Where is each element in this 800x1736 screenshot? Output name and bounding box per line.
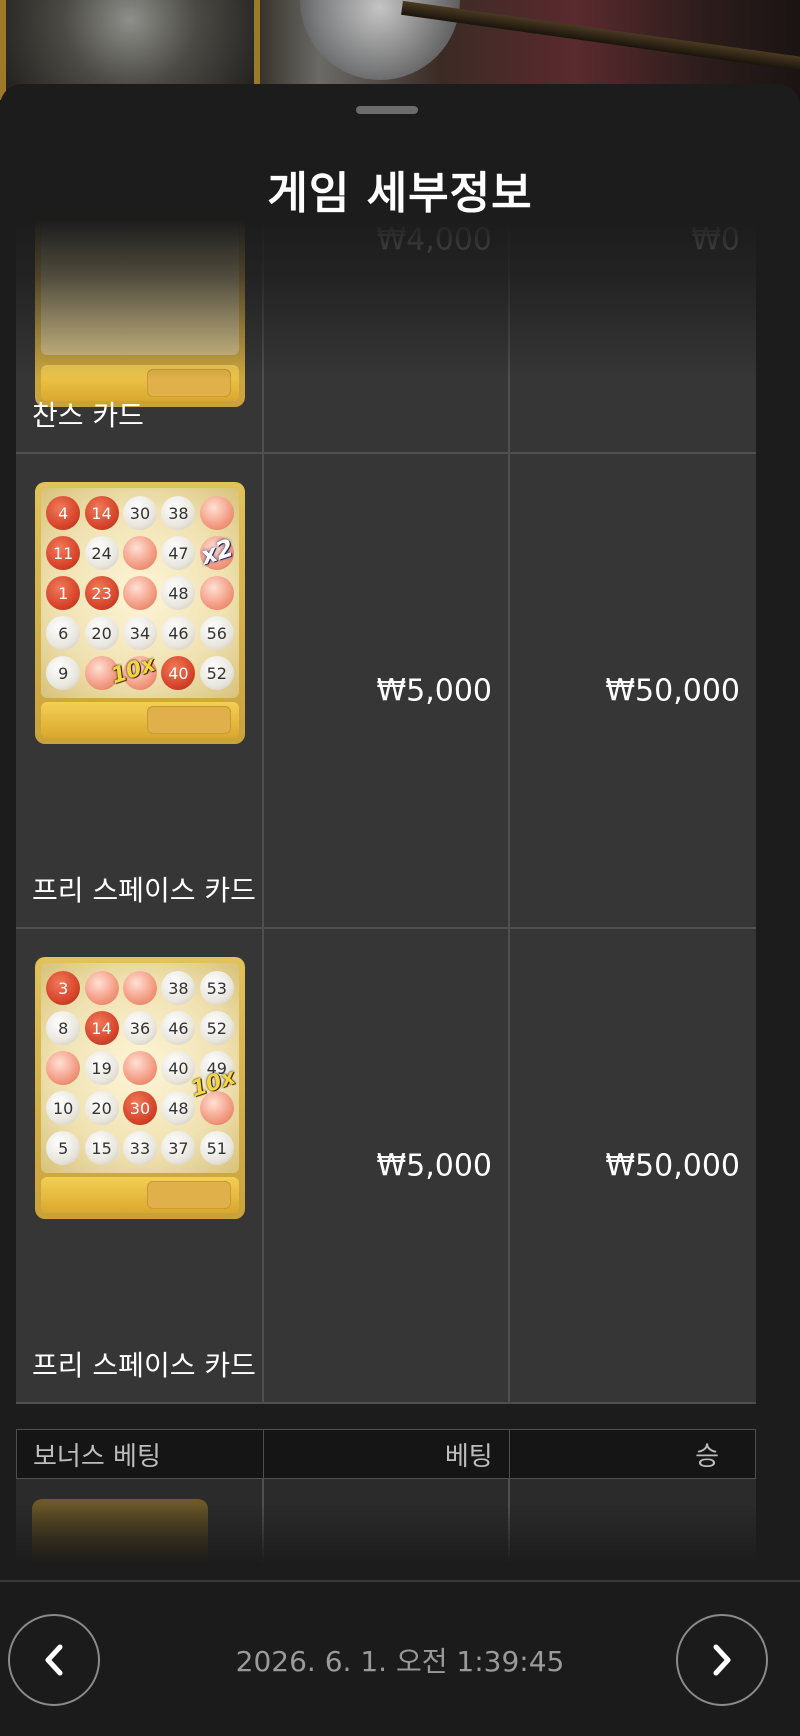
bingo-ball: 1 [46,576,81,610]
bingo-ball: 20 [84,1091,119,1125]
bingo-ball: 15 [84,1131,119,1165]
chance-card-image [35,219,245,407]
bingo-ball: 34 [122,616,157,650]
card-cell: 찬스 카드 [16,219,264,454]
bingo-ball: 51 [199,1131,234,1165]
card-cell: 3 38 53 8 14 36 46 52 19 40 49 10 20 30 48 5 15 33 37 51 10… [16,929,264,1404]
bingo-ball: 52 [199,1011,234,1045]
free-space-ball [84,971,119,1005]
win-cell: ₩0 [510,219,756,454]
column-header-label: 보너스 베팅 [33,1441,161,1472]
free-space-ball [122,971,157,1005]
win-cell: ₩50,000 [510,929,756,1404]
bingo-ball: 6 [46,616,81,650]
next-round-button[interactable] [676,1614,768,1706]
bingo-ball: 4 [46,496,81,530]
bingo-ball: 9 [46,656,81,690]
table-row: 4 14 30 38 11 24 47 1 23 48 6 20 34 46 56 9 40 52 10x x2 … [16,454,756,929]
bets-table[interactable]: 찬스 카드 ₩4,000 ₩0 4 14 30 38 11 24 47 1 23 48 6 20 34 4… [16,219,756,1564]
bingo-ball: 24 [84,536,119,570]
column-header-label: 베팅 [444,1441,493,1472]
bingo-ball: 40 [161,656,196,690]
card-cell: 4 14 30 38 11 24 47 1 23 48 6 20 34 46 56 9 40 52 10x x2 … [16,454,264,929]
card-name: 프리 스페이스 카드 [32,874,256,907]
table-row: 3 38 53 8 14 36 46 52 19 40 49 10 20 30 48 5 15 33 37 51 10… [16,929,756,1404]
chevron-right-icon [713,1644,731,1676]
scroll-fade-overlay [16,1504,756,1564]
bingo-ball: 5 [46,1131,81,1165]
bet-cell: ₩5,000 [264,454,510,929]
bingo-ball: 8 [46,1011,81,1045]
column-header: 승 [510,1430,755,1478]
bingo-card-image: 3 38 53 8 14 36 46 52 19 40 49 10 20 30 48 5 15 33 37 51 10… [35,957,245,1219]
bet-cell: ₩4,000 [264,219,510,454]
bingo-ball: 23 [84,576,119,610]
win-amount: ₩50,000 [605,673,740,708]
bingo-ball: 30 [122,1091,157,1125]
bingo-ball: 53 [199,971,234,1005]
bingo-ball: 48 [161,576,196,610]
card-name: 찬스 카드 [32,399,144,432]
bingo-ball: 38 [161,496,196,530]
table-row: 찬스 카드 ₩4,000 ₩0 [16,219,756,454]
page-title: 게임 세부정보 [267,168,533,219]
column-header-label: 승 [695,1441,719,1472]
free-space-ball [122,576,157,610]
sheet-drag-handle[interactable] [356,106,418,114]
column-header: 베팅 [264,1430,510,1478]
free-space-ball [199,576,234,610]
bingo-ball: 11 [46,536,81,570]
bet-amount: ₩4,000 [376,222,492,258]
bingo-ball: 46 [161,616,196,650]
card-name: 프리 스페이스 카드 [32,1349,256,1382]
bingo-number-grid: 3 38 53 8 14 36 46 52 19 40 49 10 20 30 48 5 15 33 37 51 [41,963,239,1173]
free-space-ball [199,496,234,530]
bet-cell: ₩5,000 [264,929,510,1404]
bingo-ball: 36 [122,1011,157,1045]
bingo-card-image: 4 14 30 38 11 24 47 1 23 48 6 20 34 46 56 9 40 52 10x x2 [35,482,245,744]
free-space-ball [122,1051,157,1085]
game-details-sheet: 게임 세부정보 찬스 카드 ₩4,000 ₩0 4 14 30 38 11 24… [0,84,800,1736]
bingo-ball: 46 [161,1011,196,1045]
bingo-ball: 56 [199,616,234,650]
bingo-ball: 37 [161,1131,196,1165]
bingo-ball: 48 [161,1091,196,1125]
bingo-ball: 33 [122,1131,157,1165]
bingo-ball: 14 [84,1011,119,1045]
win-cell: ₩50,000 [510,454,756,929]
bingo-ball: 52 [199,656,234,690]
win-amount: ₩50,000 [605,1148,740,1183]
win-amount: ₩0 [691,222,740,258]
column-header: 보너스 베팅 [17,1430,265,1478]
bonus-bet-header-row: 보너스 베팅 베팅 승 [16,1429,756,1479]
bet-amount: ₩5,000 [376,1148,492,1183]
bingo-ball: 3 [46,971,81,1005]
decorative-rail [401,0,800,74]
bingo-ball: 10 [46,1091,81,1125]
bingo-ball: 20 [84,616,119,650]
round-navigation-footer: 2026. 6. 1. 오전 1:39:45 [0,1580,800,1736]
bingo-ball: 19 [84,1051,119,1085]
bet-amount: ₩5,000 [376,673,492,708]
free-space-ball [46,1051,81,1085]
bingo-ball: 30 [122,496,157,530]
bingo-ball: 14 [84,496,119,530]
bingo-ball: 47 [161,536,196,570]
free-space-ball [122,536,157,570]
bingo-ball: 38 [161,971,196,1005]
